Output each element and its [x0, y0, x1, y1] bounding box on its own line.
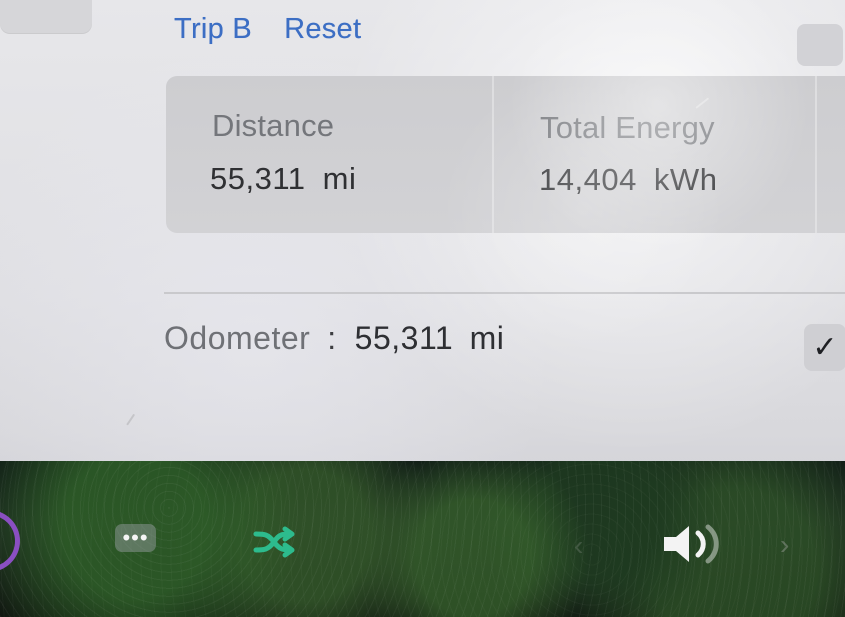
total-energy-value: 14,404 kWh — [539, 162, 718, 197]
total-energy-label: Total Energy — [540, 110, 715, 145]
left-chevron-icon[interactable]: ‹ — [574, 532, 598, 562]
odometer-value: 55,311 mi — [354, 320, 505, 356]
distance-label: Distance — [212, 108, 335, 143]
trip-b-label: Trip B — [174, 13, 253, 45]
section-divider — [164, 292, 845, 294]
distance-stat: Distance 55,311 mi — [166, 76, 492, 233]
shuffle-icon — [253, 526, 295, 558]
volume-button[interactable] — [661, 518, 731, 570]
bottom-taskbar: ••• ‹ › — [0, 461, 845, 617]
top-right-button[interactable] — [797, 24, 843, 66]
app-circle-icon[interactable] — [0, 510, 20, 572]
more-button[interactable]: ••• — [115, 524, 156, 552]
odometer-separator: : — [327, 320, 337, 356]
total-energy-stat: Total Energy 14,404 kWh — [492, 76, 817, 233]
trip-header: Trip B Reset — [174, 15, 361, 44]
right-chevron-icon[interactable]: › — [780, 531, 810, 561]
reset-button[interactable]: Reset — [284, 15, 361, 44]
check-icon: ✓ — [812, 331, 838, 364]
check-button[interactable]: ✓ — [804, 324, 845, 371]
top-left-control[interactable] — [0, 0, 92, 34]
trip-stats-card: Distance 55,311 mi Total Energy 14,404 k… — [166, 76, 845, 233]
odometer-label: Odometer — [164, 320, 311, 356]
odometer-row: Odometer : 55,311 mi — [164, 322, 504, 354]
trip-screen: Trip B Reset Distance 55,311 mi Total En… — [0, 0, 845, 617]
more-dots: ••• — [122, 525, 149, 550]
volume-icon — [664, 524, 719, 564]
shuffle-button[interactable] — [250, 524, 296, 560]
distance-value: 55,311 mi — [210, 161, 357, 196]
screen-scratch — [126, 413, 136, 426]
